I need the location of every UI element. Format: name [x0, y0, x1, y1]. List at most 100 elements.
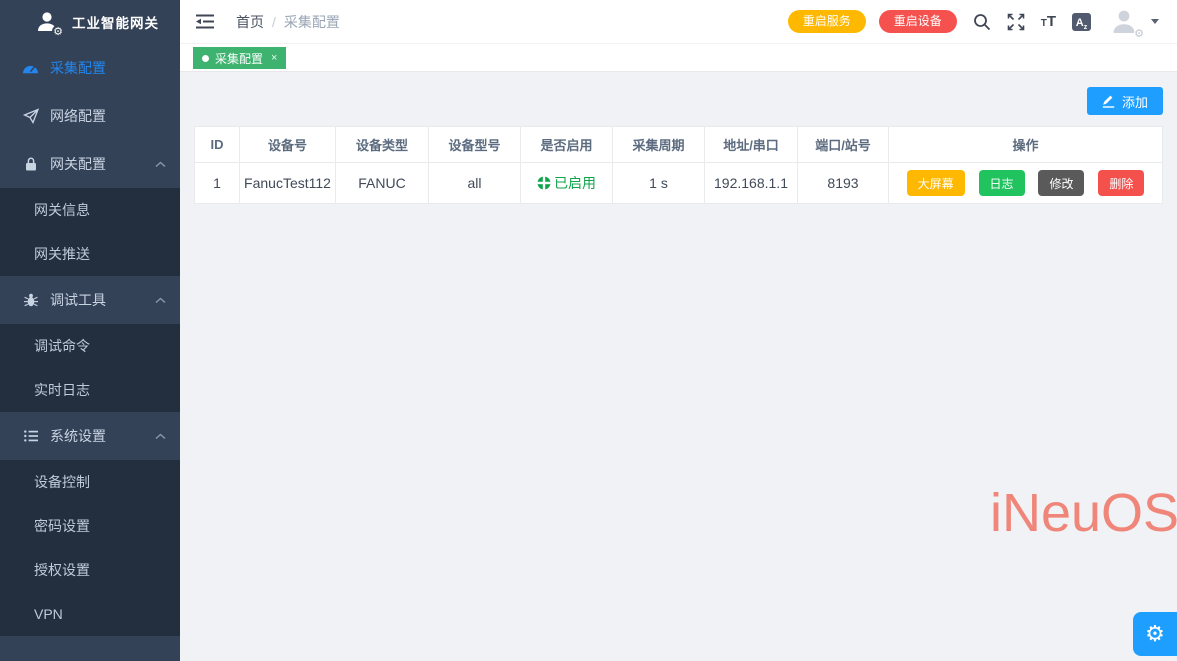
sidebar-subitem-realtime-log[interactable]: 实时日志: [0, 368, 180, 412]
dashboard-icon: [22, 60, 39, 77]
cell-address: 192.168.1.1: [705, 163, 798, 204]
sidebar-item-gateway-config[interactable]: 网关配置: [0, 140, 180, 188]
submenu-item-label: 授权设置: [34, 560, 90, 580]
chevron-up-icon: [155, 433, 166, 440]
submenu-item-label: VPN: [34, 606, 63, 622]
cell-port: 8193: [798, 163, 889, 204]
main-content: 添加 ID 设备号 设备类型 设备型号 是否启用 采集周期 地址/串口 端口/站…: [180, 72, 1177, 661]
tab-dot-icon: [202, 55, 209, 62]
sidebar-item-label: 调试工具: [50, 290, 155, 310]
submenu-item-label: 调试命令: [34, 336, 90, 356]
gear-icon: ⚙: [52, 25, 64, 38]
chevron-down-icon[interactable]: [1151, 19, 1159, 24]
table-row: 1 FanucTest112 FANUC all 已启用 1 s 192.: [195, 163, 1163, 204]
chevron-up-icon: [155, 297, 166, 304]
submenu-system-settings: 设备控制 密码设置 授权设置 VPN: [0, 460, 180, 636]
edit-pencil-icon: [1102, 94, 1115, 108]
chevron-up-icon: [155, 161, 166, 168]
app-logo: ⚙ 工业智能网关: [0, 0, 180, 44]
restart-service-button[interactable]: 重启服务: [788, 10, 866, 33]
sidebar-subitem-device-control[interactable]: 设备控制: [0, 460, 180, 504]
cell-device-model: all: [429, 163, 521, 204]
col-header-actions: 操作: [889, 127, 1163, 163]
enabled-label: 已启用: [554, 173, 596, 193]
translate-letter: A: [1076, 15, 1084, 31]
menu-fold-icon[interactable]: [195, 13, 217, 31]
submenu-item-label: 密码设置: [34, 516, 90, 536]
breadcrumb-current: 采集配置: [284, 12, 340, 32]
breadcrumb-separator: /: [272, 14, 276, 30]
cell-actions: 大屏幕 日志 修改 删除: [889, 163, 1163, 204]
circle-plus-icon: [537, 176, 551, 190]
user-gear-logo-icon: ⚙: [34, 9, 60, 35]
restart-device-button[interactable]: 重启设备: [879, 10, 957, 33]
font-size-icon[interactable]: TT: [1041, 14, 1056, 29]
sidebar-item-label: 网关配置: [50, 154, 155, 174]
font-size-big-t: T: [1047, 14, 1056, 29]
device-table: ID 设备号 设备类型 设备型号 是否启用 采集周期 地址/串口 端口/站号 操…: [194, 126, 1163, 204]
user-avatar-icon[interactable]: ⚙: [1109, 7, 1139, 37]
sidebar-item-system-settings[interactable]: 系统设置: [0, 412, 180, 460]
status-badge: 已启用: [537, 173, 596, 193]
sidebar-subitem-gateway-info[interactable]: 网关信息: [0, 188, 180, 232]
gear-icon: ⚙: [1145, 622, 1165, 647]
watermark: iNeuOS: [990, 482, 1177, 544]
gear-icon: ⚙: [1134, 28, 1144, 39]
cell-id: 1: [195, 163, 240, 204]
sidebar-subitem-vpn[interactable]: VPN: [0, 592, 180, 636]
submenu-debug-tools: 调试命令 实时日志: [0, 324, 180, 412]
sidebar-item-label: 系统设置: [50, 426, 155, 446]
col-header-port: 端口/站号: [798, 127, 889, 163]
col-header-address: 地址/串口: [705, 127, 798, 163]
header-actions: 重启服务 重启设备 TT Az ⚙: [788, 7, 1159, 37]
submenu-item-label: 设备控制: [34, 472, 90, 492]
send-icon: [22, 108, 39, 125]
bug-icon: [22, 292, 39, 309]
cell-enabled: 已启用: [521, 163, 613, 204]
sidebar-subitem-debug-command[interactable]: 调试命令: [0, 324, 180, 368]
list-icon: [22, 428, 39, 445]
table-header-row: ID 设备号 设备类型 设备型号 是否启用 采集周期 地址/串口 端口/站号 操…: [195, 127, 1163, 163]
submenu-item-label: 网关推送: [34, 244, 90, 264]
app-title: 工业智能网关: [72, 12, 159, 32]
col-header-device-model: 设备型号: [429, 127, 521, 163]
settings-fab-button[interactable]: ⚙: [1133, 612, 1177, 656]
sidebar: ⚙ 工业智能网关 采集配置 网络配置 网关配置: [0, 0, 180, 661]
col-header-device-type: 设备类型: [336, 127, 429, 163]
log-button[interactable]: 日志: [979, 170, 1025, 196]
fullscreen-icon[interactable]: [1007, 13, 1025, 31]
big-screen-button[interactable]: 大屏幕: [907, 170, 965, 196]
top-header: 首页 / 采集配置 重启服务 重启设备 TT Az: [180, 0, 1177, 44]
cell-device-type: FANUC: [336, 163, 429, 204]
sidebar-subitem-auth-settings[interactable]: 授权设置: [0, 548, 180, 592]
breadcrumb-home[interactable]: 首页: [236, 12, 264, 32]
col-header-device-no: 设备号: [240, 127, 336, 163]
translate-sup: z: [1084, 24, 1088, 31]
sidebar-item-collect-config[interactable]: 采集配置: [0, 44, 180, 92]
sidebar-item-debug-tools[interactable]: 调试工具: [0, 276, 180, 324]
lock-icon: [22, 156, 39, 173]
modify-button[interactable]: 修改: [1038, 170, 1084, 196]
sidebar-item-network-config[interactable]: 网络配置: [0, 92, 180, 140]
tab-collect-config[interactable]: 采集配置 ×: [193, 47, 286, 69]
sidebar-item-label: 采集配置: [50, 58, 166, 78]
search-icon[interactable]: [973, 13, 991, 31]
tab-label: 采集配置: [215, 50, 263, 67]
cell-period: 1 s: [613, 163, 705, 204]
add-button[interactable]: 添加: [1087, 87, 1163, 115]
cell-device-no: FanucTest112: [240, 163, 336, 204]
close-icon[interactable]: ×: [271, 52, 277, 64]
col-header-enabled: 是否启用: [521, 127, 613, 163]
submenu-item-label: 实时日志: [34, 380, 90, 400]
tab-bar: 采集配置 ×: [180, 44, 1177, 72]
sidebar-item-label: 网络配置: [50, 106, 166, 126]
col-header-period: 采集周期: [613, 127, 705, 163]
submenu-item-label: 网关信息: [34, 200, 90, 220]
breadcrumb: 首页 / 采集配置: [236, 12, 340, 32]
sidebar-subitem-password-settings[interactable]: 密码设置: [0, 504, 180, 548]
sidebar-subitem-gateway-push[interactable]: 网关推送: [0, 232, 180, 276]
delete-button[interactable]: 删除: [1098, 170, 1144, 196]
submenu-gateway-config: 网关信息 网关推送: [0, 188, 180, 276]
translate-icon[interactable]: Az: [1072, 13, 1091, 31]
add-button-label: 添加: [1122, 92, 1148, 111]
